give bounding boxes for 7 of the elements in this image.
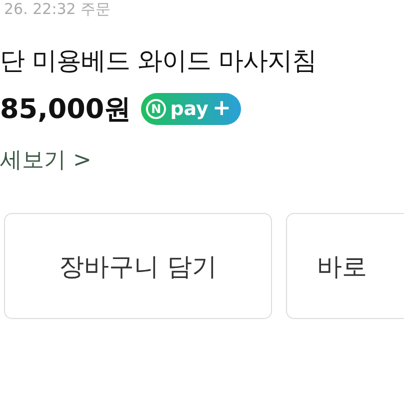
order-time: 26. 22:32 주문 [4, 0, 112, 18]
product-title: 단 미용베드 와이드 마사지침 [0, 45, 318, 77]
action-button[interactable]: 바로 [286, 213, 404, 319]
action-button[interactable]: 장바구니 담기 [4, 213, 272, 319]
pay-badge: N pay + [141, 93, 241, 125]
details-link[interactable]: 세보기 > [0, 145, 92, 175]
price: 85,000원 [0, 93, 132, 127]
